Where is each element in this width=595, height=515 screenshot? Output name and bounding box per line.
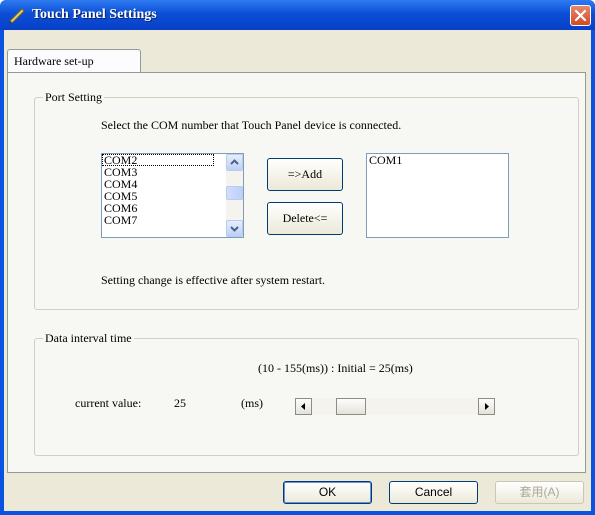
ok-button[interactable]: OK	[283, 481, 372, 504]
available-ports-list[interactable]: COM2 COM3 COM4 COM5 COM6 COM7	[101, 153, 244, 238]
available-ports-items: COM2 COM3 COM4 COM5 COM6 COM7	[102, 154, 243, 226]
interval-unit: (ms)	[241, 396, 263, 410]
scroll-down-button[interactable]	[226, 220, 243, 237]
tab-label: Hardware set-up	[14, 54, 94, 68]
tab-panel: Port Setting Select the COM number that …	[7, 72, 586, 473]
selected-port-item[interactable]: COM1	[367, 154, 508, 166]
selected-ports-items: COM1	[367, 154, 508, 166]
interval-range: (10 - 155(ms)) : Initial = 25(ms)	[258, 361, 413, 375]
interval-slider[interactable]	[295, 398, 495, 415]
add-button[interactable]: =>Add	[267, 158, 343, 191]
selected-ports-list[interactable]: COM1	[366, 153, 509, 238]
title-bar[interactable]: Touch Panel Settings	[0, 0, 595, 30]
chevron-up-icon	[230, 159, 239, 165]
cancel-button[interactable]: Cancel	[389, 481, 478, 504]
port-setting-legend: Port Setting	[43, 90, 105, 105]
current-value: 25	[174, 396, 186, 410]
port-instruction: Select the COM number that Touch Panel d…	[101, 118, 402, 132]
dialog-body: Hardware set-up Port Setting Select the …	[4, 30, 591, 511]
available-ports-scrollbar[interactable]	[226, 154, 243, 237]
scroll-up-button[interactable]	[226, 154, 243, 171]
close-icon	[574, 9, 587, 22]
slider-left-button[interactable]	[295, 398, 312, 415]
data-interval-group: Data interval time (10 - 155(ms)) : Init…	[34, 331, 579, 456]
data-interval-legend: Data interval time	[43, 331, 134, 346]
close-button[interactable]	[570, 5, 591, 26]
restart-note: Setting change is effective after system…	[101, 273, 326, 287]
scroll-thumb[interactable]	[226, 186, 243, 200]
apply-button: 套用(A)	[495, 481, 584, 504]
available-port-item[interactable]: COM7	[102, 214, 214, 226]
port-setting-group: Port Setting Select the COM number that …	[34, 90, 579, 310]
chevron-down-icon	[230, 226, 239, 232]
pen-icon	[9, 8, 25, 23]
window-title: Touch Panel Settings	[32, 7, 157, 22]
slider-right-button[interactable]	[478, 398, 495, 415]
current-value-label: current value:	[75, 396, 142, 410]
slider-thumb[interactable]	[336, 398, 366, 415]
settings-window: Touch Panel Settings Hardware set-up Por…	[0, 0, 595, 515]
arrow-right-icon	[485, 403, 489, 410]
tab-hardware-setup[interactable]: Hardware set-up	[7, 49, 141, 73]
arrow-left-icon	[301, 403, 305, 410]
delete-button[interactable]: Delete<=	[267, 202, 343, 235]
